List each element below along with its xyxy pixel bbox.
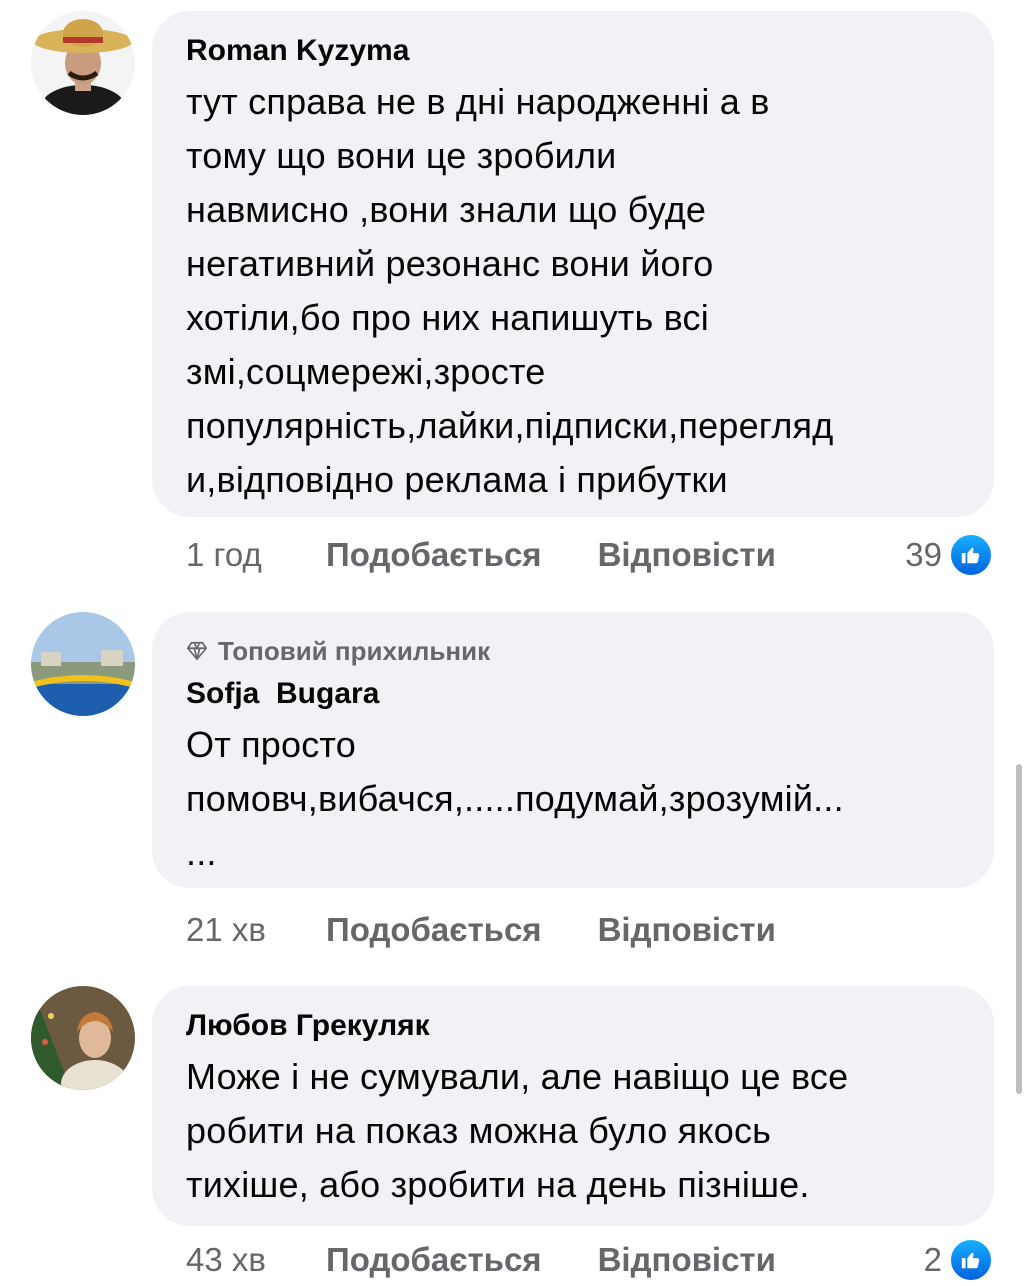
comment-bubble: Топовий прихильник Sofja Bugara От прост… — [152, 612, 994, 888]
comment-actions: 21 хв Подобається Відповісти — [186, 904, 994, 956]
like-button[interactable]: Подобається — [326, 911, 542, 949]
comment-text: Може і не сумували, але навіщо це все ро… — [186, 1056, 849, 1205]
reactions-summary[interactable]: 2 — [924, 1234, 994, 1286]
diamond-icon — [186, 641, 208, 661]
reaction-count: 2 — [923, 1241, 942, 1278]
like-thumb-icon — [948, 1237, 994, 1283]
top-fan-badge: Топовий прихильник — [186, 634, 960, 668]
comment-author[interactable]: Sofja Bugara — [186, 674, 960, 714]
reactions-summary[interactable]: 39 — [905, 529, 994, 581]
like-button[interactable]: Подобається — [326, 536, 542, 574]
comment-actions: 43 хв Подобається Відповісти 2 — [186, 1234, 994, 1286]
comment-text: От просто помовч,вибачся,.....подумай,зр… — [186, 724, 844, 873]
reply-button[interactable]: Відповісти — [598, 536, 776, 574]
scrollbar[interactable] — [1016, 764, 1022, 1094]
comment-author[interactable]: Roman Kyzyma — [186, 31, 960, 71]
badge-label: Топовий прихильник — [218, 636, 491, 666]
avatar[interactable] — [31, 612, 135, 716]
avatar-photo-portrait — [31, 986, 135, 1090]
comment-bubble: Roman Kyzyma тут справа не в дні народже… — [152, 11, 994, 517]
avatar-photo-sombrero — [31, 11, 135, 115]
reply-button[interactable]: Відповісти — [598, 1241, 776, 1279]
reaction-count: 39 — [905, 536, 942, 573]
avatar-photo-landscape — [31, 612, 135, 716]
comment-actions: 1 год Подобається Відповісти 39 — [186, 529, 994, 581]
comment-text: тут справа не в дні народженні а в тому … — [186, 81, 834, 500]
comment-author[interactable]: Любов Грекуляк — [186, 1006, 960, 1046]
avatar[interactable] — [31, 11, 135, 115]
avatar[interactable] — [31, 986, 135, 1090]
like-thumb-icon — [948, 532, 994, 578]
comment-bubble: Любов Грекуляк Може і не сумували, але н… — [152, 986, 994, 1226]
comment-time[interactable]: 43 хв — [186, 1241, 326, 1279]
comment-time[interactable]: 21 хв — [186, 911, 326, 949]
comment-time[interactable]: 1 год — [186, 536, 326, 574]
like-button[interactable]: Подобається — [326, 1241, 542, 1279]
reply-button[interactable]: Відповісти — [598, 911, 776, 949]
